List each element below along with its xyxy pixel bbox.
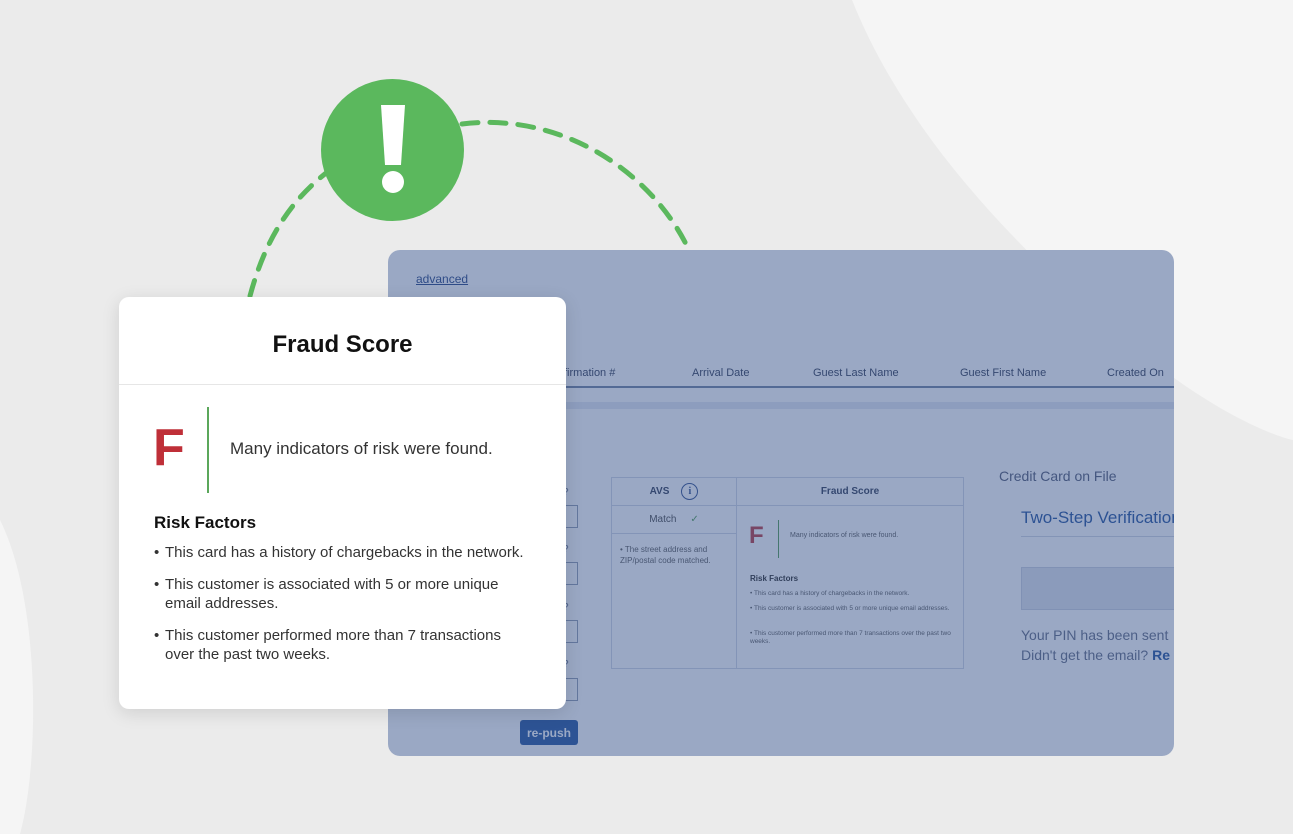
mini-fraud-grade: F	[749, 522, 764, 549]
avs-header-label: AVS	[649, 486, 670, 497]
list-item: This customer performed more than 7 tran…	[154, 626, 534, 664]
list-item: This card has a history of chargebacks i…	[154, 543, 554, 562]
mini-risk-item: • This customer is associated with 5 or …	[750, 605, 950, 612]
two-step-verification-heading: Two-Step Verification	[1021, 508, 1174, 527]
alert-badge	[321, 79, 464, 221]
credit-card-title: Credit Card on File	[999, 468, 1117, 484]
pin-sent-text: Your PIN has been sent	[1021, 627, 1169, 643]
avs-header: AVS i	[612, 478, 736, 506]
avs-column: AVS i Match ✓ • The street address and Z…	[612, 478, 737, 668]
list-item: This customer is associated with 5 or mo…	[154, 575, 524, 613]
heading-underline	[1021, 536, 1174, 537]
risk-factors-title: Risk Factors	[154, 513, 257, 532]
grade-divider	[207, 407, 209, 493]
mini-fraud-message: Many indicators of risk were found.	[790, 532, 899, 539]
info-icon[interactable]: i	[681, 483, 699, 500]
column-guest-first-name[interactable]: Guest First Name	[960, 367, 1046, 379]
column-guest-last-name[interactable]: Guest Last Name	[813, 367, 899, 379]
mini-risk-factors-title: Risk Factors	[750, 574, 799, 583]
risk-factors-list: This card has a history of chargebacks i…	[154, 543, 554, 677]
fraud-score-card: Fraud Score F Many indicators of risk we…	[119, 297, 566, 709]
fraud-message: Many indicators of risk were found.	[230, 439, 493, 458]
pin-input[interactable]	[1021, 567, 1174, 610]
avs-note: • The street address and ZIP/postal code…	[620, 545, 711, 565]
column-arrival-date[interactable]: Arrival Date	[692, 367, 749, 379]
avs-match-label: Match	[649, 514, 677, 525]
mini-fraud-score-column: Fraud Score F Many indicators of risk we…	[737, 478, 963, 668]
no-email-text: Didn't get the email? Re	[1021, 647, 1170, 663]
mini-risk-item: • This card has a history of chargebacks…	[750, 590, 910, 597]
exclamation-icon	[380, 105, 405, 193]
check-icon: ✓	[690, 514, 699, 525]
card-title: Fraud Score	[272, 331, 413, 358]
mini-grade-divider	[778, 520, 779, 558]
mini-fraud-score-header: Fraud Score	[737, 478, 963, 506]
mini-fraud-score-body: F Many indicators of risk were found. Ri…	[737, 506, 963, 668]
column-created-on[interactable]: Created On	[1107, 367, 1164, 379]
re-push-button[interactable]: re-push	[520, 720, 578, 745]
column-confirmation[interactable]: firmation #	[564, 367, 615, 379]
mini-risk-item: • This customer performed more than 7 tr…	[750, 630, 951, 645]
advanced-link[interactable]: advanced	[416, 272, 468, 286]
card-divider	[119, 384, 566, 385]
resend-link[interactable]: Re	[1152, 647, 1170, 663]
fraud-grade: F	[153, 419, 185, 477]
avs-fraud-panel: AVS i Match ✓ • The street address and Z…	[611, 477, 964, 669]
avs-match-row: Match ✓	[612, 506, 736, 534]
